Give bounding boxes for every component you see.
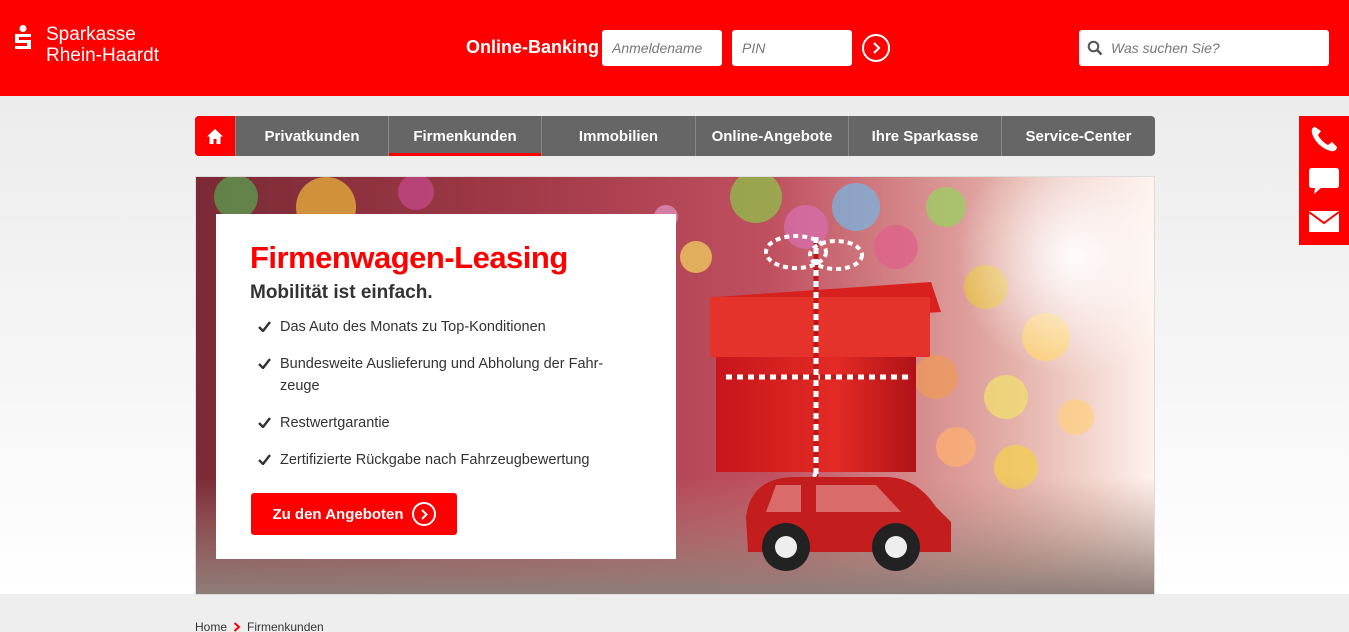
chat-icon[interactable] <box>1307 166 1341 196</box>
benefit-item: Bundesweite Auslieferung und Abholung de… <box>250 353 642 397</box>
nav-item-immobilien[interactable]: Immobilien <box>541 116 695 156</box>
pin-input[interactable] <box>732 30 852 66</box>
benefit-text: Zertifizierte Rückgabe nach Fahrzeugbewe… <box>280 452 590 468</box>
brand-line-1: Sparkasse <box>46 24 136 45</box>
nav-item-ihre-sparkasse[interactable]: Ihre Sparkasse <box>848 116 1001 156</box>
breadcrumb-current: Firmenkunden <box>247 620 324 632</box>
nav-item-service-center[interactable]: Service-Center <box>1001 116 1155 156</box>
site-search <box>1079 30 1329 66</box>
hero-banner: Firmenwagen-Leasing Mobilität ist einfac… <box>195 176 1155 595</box>
online-banking-label: Online-Banking <box>466 37 600 57</box>
benefit-item: Restwertgarantie <box>250 412 642 434</box>
offers-button-label: Zu den Angeboten <box>272 505 404 523</box>
brand-line-2: Rhein-Haardt <box>46 45 159 66</box>
breadcrumb-home-link[interactable]: Home <box>195 620 227 632</box>
breadcrumb: Home Firmenkunden <box>195 620 324 632</box>
benefit-item: Zertifizierte Rückgabe nach Fahrzeugbewe… <box>250 449 642 471</box>
benefit-text: Das Auto des Monats zu Top-Konditionen <box>280 319 546 335</box>
nav-item-privatkunden[interactable]: Privatkunden <box>235 116 388 156</box>
sparkasse-s-icon <box>15 25 31 49</box>
benefit-text: Restwertgarantie <box>280 415 390 431</box>
checkmark-icon <box>258 358 271 369</box>
login-submit-button[interactable] <box>862 34 890 62</box>
chevron-right-icon <box>411 502 436 526</box>
benefit-text: Bundesweite Auslieferung und Abholung de… <box>280 356 604 394</box>
home-icon <box>207 128 223 144</box>
mail-icon[interactable] <box>1307 206 1341 236</box>
chevron-right-icon <box>233 622 241 632</box>
nav-item-online-angebote[interactable]: Online-Angebote <box>695 116 848 156</box>
brand-name: Sparkasse Rhein-Haardt <box>46 24 159 66</box>
search-icon[interactable] <box>1087 40 1103 56</box>
nav-home-button[interactable] <box>195 116 235 156</box>
hero-teaser-card: Firmenwagen-Leasing Mobilität ist einfac… <box>216 214 676 559</box>
checkmark-icon <box>258 321 271 332</box>
benefit-item: Das Auto des Monats zu Top-Konditionen <box>250 316 642 338</box>
sparkasse-logo[interactable]: Sparkasse Rhein-Haardt <box>12 24 159 66</box>
phone-icon[interactable] <box>1307 124 1341 154</box>
main-navigation: Privatkunden Firmenkunden Immobilien Onl… <box>195 116 1155 156</box>
chevron-right-icon <box>873 42 881 54</box>
checkmark-icon <box>258 417 271 428</box>
site-header: Sparkasse Rhein-Haardt Online-Banking <box>0 0 1349 96</box>
checkmark-icon <box>258 454 271 465</box>
hero-subtitle: Mobilität ist einfach. <box>250 282 433 303</box>
username-input[interactable] <box>602 30 722 66</box>
offers-button[interactable]: Zu den Angeboten <box>251 493 457 535</box>
nav-item-firmenkunden[interactable]: Firmenkunden <box>388 116 541 156</box>
search-input[interactable] <box>1111 30 1321 66</box>
benefit-list: Das Auto des Monats zu Top-Konditionen B… <box>250 316 642 471</box>
contact-sidebar <box>1299 116 1349 245</box>
hero-title: Firmenwagen-Leasing <box>250 240 568 275</box>
